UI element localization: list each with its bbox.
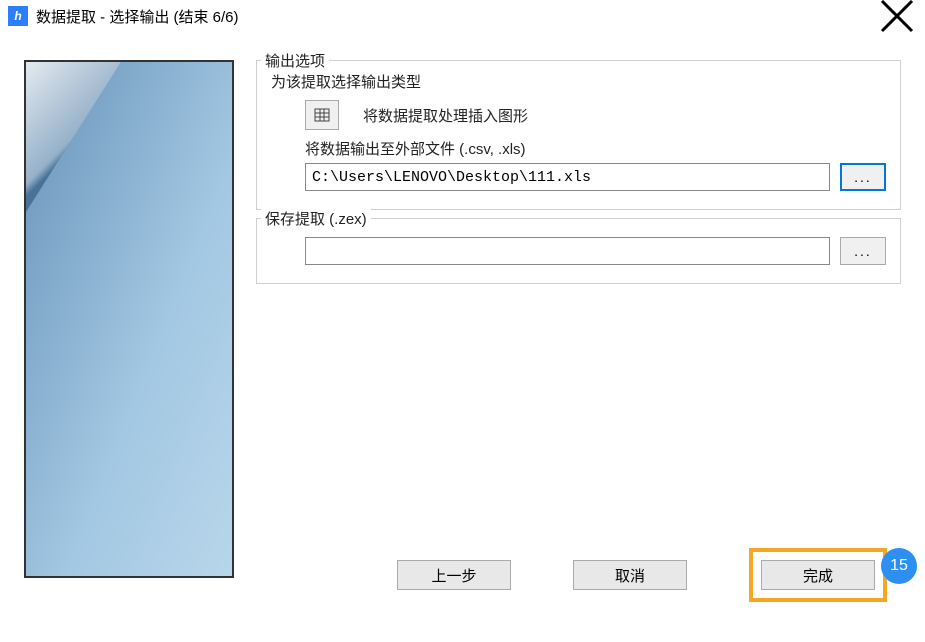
export-path-row: ... xyxy=(271,163,886,191)
step-badge: 15 xyxy=(881,548,917,584)
prev-button[interactable]: 上一步 xyxy=(397,560,511,590)
content-area: 输出选项 为该提取选择输出类型 将数据提取处理插入图形 将数据输出至外部文件 (… xyxy=(0,32,925,642)
save-extract-legend: 保存提取 (.zex) xyxy=(261,208,371,229)
output-options-group: 输出选项 为该提取选择输出类型 将数据提取处理插入图形 将数据输出至外部文件 (… xyxy=(256,60,901,210)
app-icon: h xyxy=(8,6,28,26)
save-path-input[interactable] xyxy=(305,237,830,265)
cancel-button[interactable]: 取消 xyxy=(573,560,687,590)
insert-row: 将数据提取处理插入图形 xyxy=(271,100,886,130)
finish-highlight: 完成 15 xyxy=(749,548,887,602)
close-button[interactable] xyxy=(877,2,917,30)
main-pane: 输出选项 为该提取选择输出类型 将数据提取处理插入图形 将数据输出至外部文件 (… xyxy=(234,60,901,622)
window-title: 数据提取 - 选择输出 (结束 6/6) xyxy=(36,6,877,27)
preview-image xyxy=(24,60,234,578)
finish-button[interactable]: 完成 xyxy=(761,560,875,590)
insert-into-drawing-button[interactable] xyxy=(305,100,339,130)
save-path-row: ... xyxy=(271,237,886,265)
titlebar: h 数据提取 - 选择输出 (结束 6/6) xyxy=(0,0,925,32)
save-browse-button[interactable]: ... xyxy=(840,237,886,265)
save-extract-group: 保存提取 (.zex) ... xyxy=(256,218,901,284)
table-icon xyxy=(314,107,330,123)
footer-buttons: 上一步 取消 完成 15 xyxy=(397,548,887,602)
close-icon xyxy=(877,0,917,36)
export-browse-button[interactable]: ... xyxy=(840,163,886,191)
output-subtitle: 为该提取选择输出类型 xyxy=(271,71,886,92)
insert-label: 将数据提取处理插入图形 xyxy=(363,105,528,126)
output-options-legend: 输出选项 xyxy=(261,50,329,71)
export-label: 将数据输出至外部文件 (.csv, .xls) xyxy=(271,138,886,159)
export-path-input[interactable] xyxy=(305,163,830,191)
